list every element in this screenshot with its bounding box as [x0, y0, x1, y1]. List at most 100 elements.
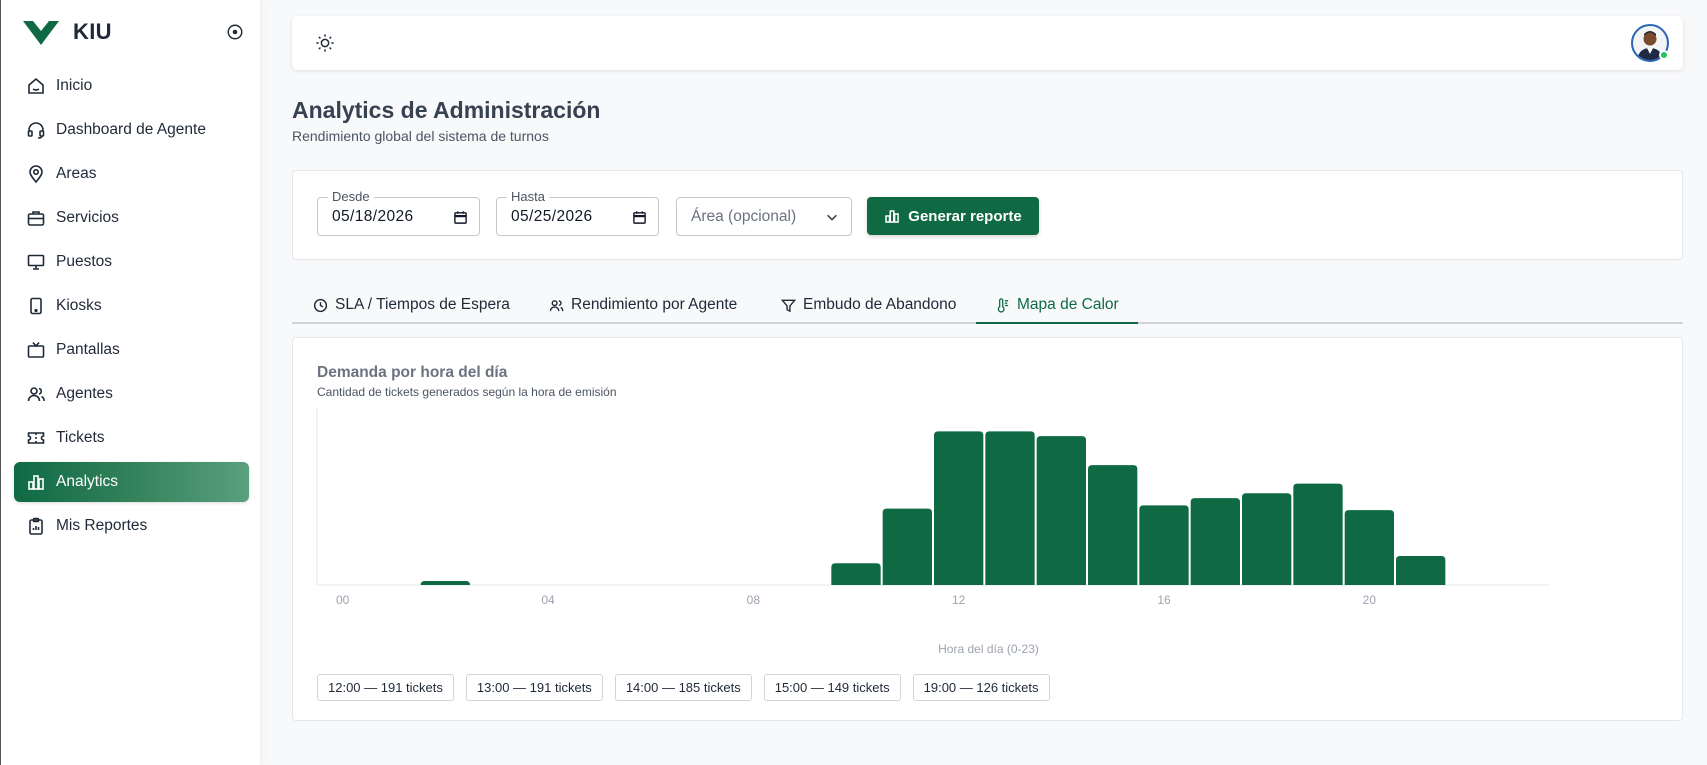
demand-bar-chart: 00 04 08 12 16 20 [316, 408, 1549, 607]
sidebar-item-label: Pantallas [56, 341, 120, 358]
users-icon [26, 384, 46, 404]
sidebar-item-label: Puestos [56, 253, 113, 270]
ticket-icon [26, 428, 46, 448]
x-tick-label: 00 [336, 593, 350, 607]
headset-icon [26, 120, 46, 140]
area-select[interactable]: Área (opcional) [676, 197, 852, 236]
thermometer-icon [997, 297, 1009, 312]
x-tick-label: 08 [747, 593, 761, 607]
chart-bar[interactable] [1344, 510, 1394, 585]
sidebar-nav: Inicio Dashboard de Agente Areas Servici… [14, 66, 249, 550]
bar-chart-icon [26, 472, 46, 492]
top-hours-list: 12:00 — 191 tickets 13:00 — 191 tickets 14… [317, 674, 1050, 701]
tab-label: SLA / Tiempos de Espera [335, 296, 510, 313]
tab-mapa-calor[interactable]: Mapa de Calor [995, 286, 1119, 324]
chart-bar[interactable] [1088, 465, 1138, 585]
chart-bar[interactable] [882, 508, 932, 585]
sidebar-item-pantallas[interactable]: Pantallas [14, 330, 249, 370]
clock-icon [313, 298, 328, 312]
map-pin-icon [26, 164, 46, 184]
monitor-icon [26, 252, 46, 272]
sidebar-item-label: Areas [56, 165, 97, 182]
sidebar: KIU Inicio Dashboard de Agente Areas Ser… [0, 0, 261, 765]
top-hour-chip: 12:00 — 191 tickets [317, 674, 454, 701]
sidebar-item-label: Dashboard de Agente [56, 121, 206, 138]
chart-card: Demanda por hora del día Cantidad de tic… [292, 337, 1683, 721]
chart-bar[interactable] [831, 563, 881, 585]
date-to-field[interactable]: Hasta 05/25/2026 [496, 189, 659, 236]
date-from-field[interactable]: Desde 05/18/2026 [317, 189, 480, 236]
chart-bar[interactable] [934, 431, 984, 585]
sidebar-item-inicio[interactable]: Inicio [14, 66, 249, 106]
chart-bar[interactable] [1242, 493, 1292, 585]
chart-bar[interactable] [1396, 556, 1446, 585]
x-axis-label: Hora del día (0-23) [938, 642, 1039, 656]
top-bar [292, 16, 1683, 70]
tv-icon [26, 340, 46, 360]
sidebar-item-areas[interactable]: Areas [14, 154, 249, 194]
tab-sla[interactable]: SLA / Tiempos de Espera [313, 286, 510, 324]
x-tick-label: 16 [1157, 593, 1171, 607]
sidebar-item-servicios[interactable]: Servicios [14, 198, 249, 238]
brand[interactable]: KIU [23, 16, 112, 48]
calendar-icon[interactable] [631, 209, 647, 225]
sidebar-item-tickets[interactable]: Tickets [14, 418, 249, 458]
calendar-icon[interactable] [452, 209, 468, 225]
tab-embudo-abandono[interactable]: Embudo de Abandono [781, 286, 956, 324]
area-select-placeholder: Área (opcional) [691, 208, 797, 225]
top-hour-chip: 13:00 — 191 tickets [465, 674, 603, 701]
tab-label: Mapa de Calor [1017, 296, 1119, 313]
sidebar-item-kiosks[interactable]: Kiosks [14, 286, 249, 326]
sidebar-item-label: Servicios [56, 209, 119, 226]
sidebar-item-label: Inicio [56, 77, 93, 94]
chart-bar[interactable] [1036, 436, 1086, 585]
date-from-label: Desde [328, 189, 374, 205]
sidebar-item-puestos[interactable]: Puestos [14, 242, 249, 282]
sidebar-item-dashboard-agente[interactable]: Dashboard de Agente [14, 110, 249, 150]
page-subtitle: Rendimiento global del sistema de turnos [292, 128, 549, 144]
date-to-label: Hasta [507, 189, 549, 205]
online-status-dot [1659, 50, 1669, 60]
sidebar-item-label: Agentes [56, 385, 113, 402]
chart-bar[interactable] [1190, 498, 1240, 585]
avatar[interactable] [1631, 24, 1669, 62]
brand-name: KIU [73, 19, 112, 44]
sidebar-toggle-icon[interactable] [225, 22, 245, 42]
tab-rendimiento-agente[interactable]: Rendimiento por Agente [549, 286, 737, 324]
active-tab-indicator [976, 322, 1138, 324]
chevron-down-icon [824, 209, 840, 225]
sidebar-item-analytics[interactable]: Analytics [14, 462, 249, 502]
date-from-value[interactable]: 05/18/2026 [332, 208, 414, 226]
sun-icon[interactable] [314, 32, 336, 54]
clipboard-icon [26, 516, 46, 536]
tab-label: Rendimiento por Agente [571, 296, 738, 313]
top-hour-chip: 15:00 — 149 tickets [763, 674, 901, 701]
chart-bar[interactable] [1139, 505, 1189, 585]
filter-card: Desde 05/18/2026 Hasta 05/25/2026 Área (… [292, 170, 1683, 260]
chart-bar[interactable] [1293, 483, 1343, 585]
bar-chart-icon [885, 210, 900, 223]
briefcase-icon [26, 208, 46, 228]
chart-bar[interactable] [420, 580, 470, 585]
sidebar-item-label: Mis Reportes [56, 517, 148, 534]
tablet-icon [26, 296, 46, 316]
generate-report-button[interactable]: Generar reporte [867, 197, 1039, 235]
date-to-value[interactable]: 05/25/2026 [511, 208, 593, 226]
x-tick-label: 12 [952, 593, 966, 607]
filter-icon [781, 299, 796, 312]
sidebar-item-agentes[interactable]: Agentes [14, 374, 249, 414]
analytics-tabs: SLA / Tiempos de Espera Rendimiento por … [292, 286, 1683, 324]
top-hour-chip: 19:00 — 126 tickets [912, 674, 1050, 701]
users-icon [549, 299, 564, 311]
sidebar-item-label: Analytics [56, 473, 119, 490]
chart-bar[interactable] [985, 431, 1035, 585]
generate-report-label: Generar reporte [908, 207, 1022, 225]
sidebar-item-label: Tickets [56, 429, 105, 446]
top-hour-chip: 14:00 — 185 tickets [614, 674, 752, 701]
home-icon [26, 76, 46, 96]
kiu-logo-icon [23, 21, 59, 45]
sidebar-item-mis-reportes[interactable]: Mis Reportes [14, 506, 249, 546]
x-tick-label: 20 [1363, 593, 1377, 607]
tab-label: Embudo de Abandono [803, 296, 957, 313]
sidebar-item-label: Kiosks [56, 297, 102, 314]
